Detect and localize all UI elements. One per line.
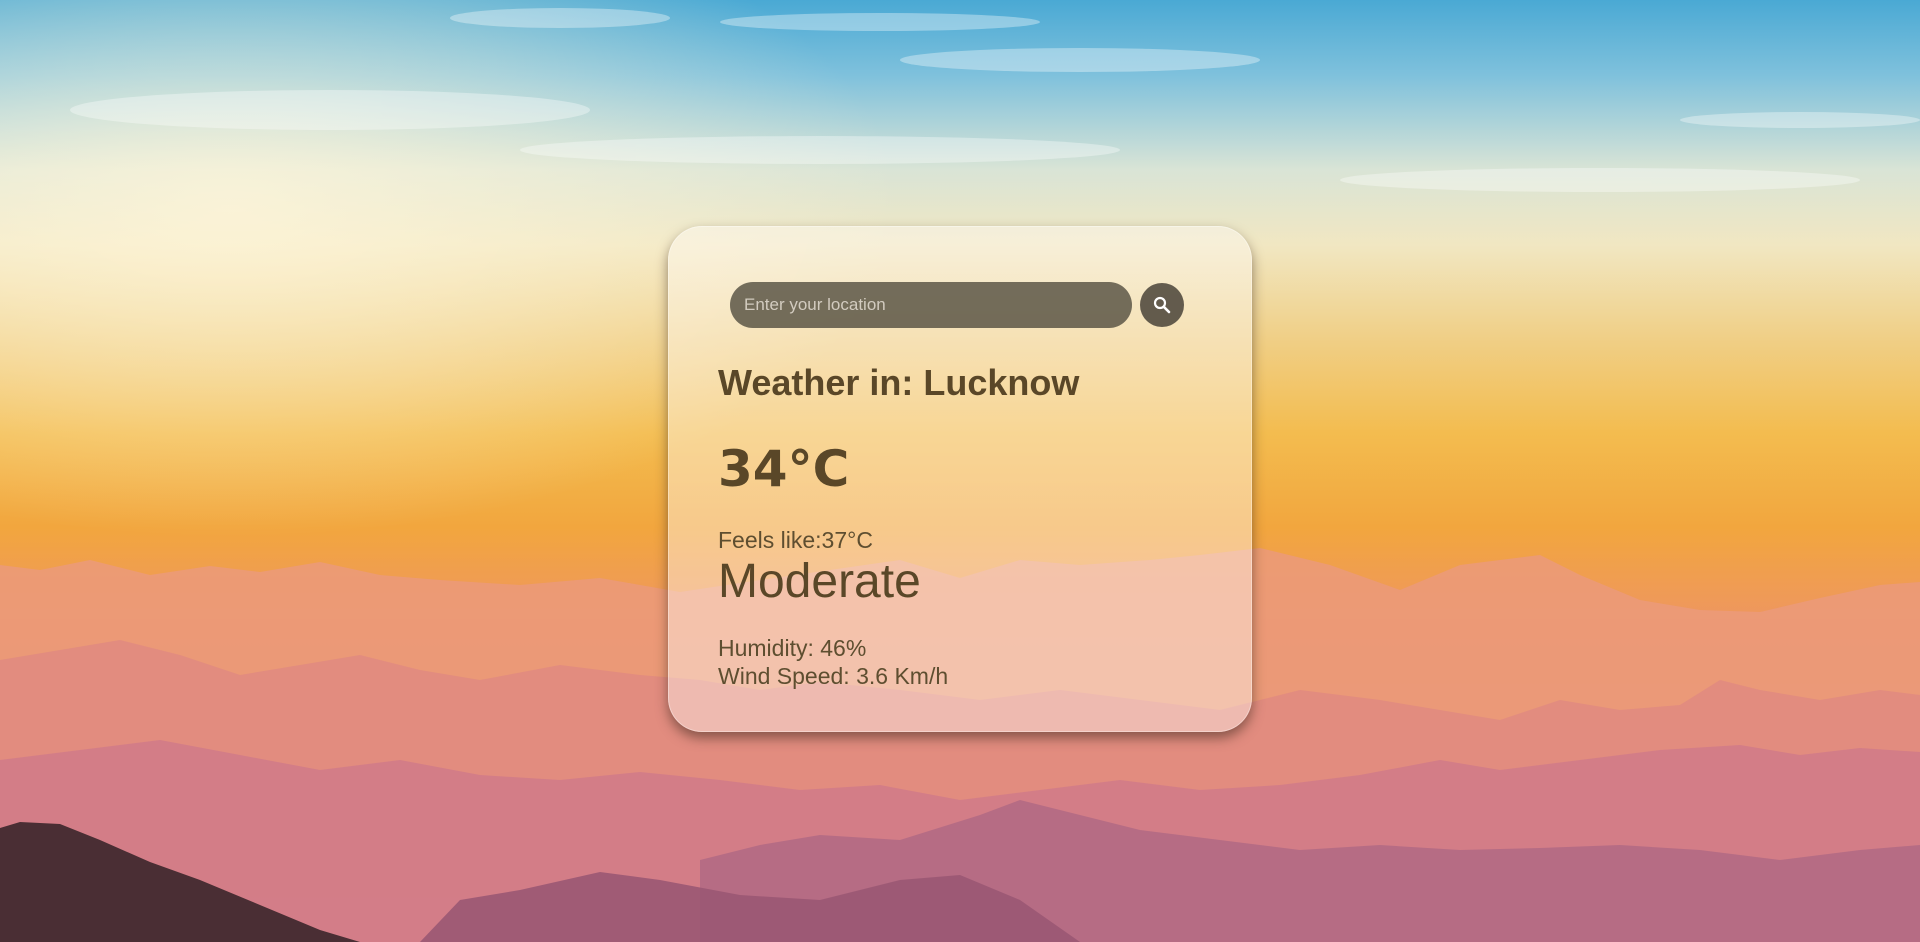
search-button[interactable] [1140,283,1184,327]
search-icon [1153,296,1171,314]
temperature-value: 34°C [718,440,850,498]
weather-description: Moderate [718,555,921,608]
location-search-input[interactable] [730,282,1132,328]
weather-details: Weather in: Lucknow 34°C Feels like:37°C… [718,365,1079,688]
humidity-text: Humidity: 46% [718,635,867,661]
wind-speed-text: Wind Speed: 3.6 Km/h [718,663,949,689]
feels-like-text: Feels like:37°C [718,527,873,553]
search-bar [730,282,1184,328]
weather-card: Weather in: Lucknow 34°C Feels like:37°C… [668,226,1252,732]
city-title: Weather in: Lucknow [718,362,1080,403]
